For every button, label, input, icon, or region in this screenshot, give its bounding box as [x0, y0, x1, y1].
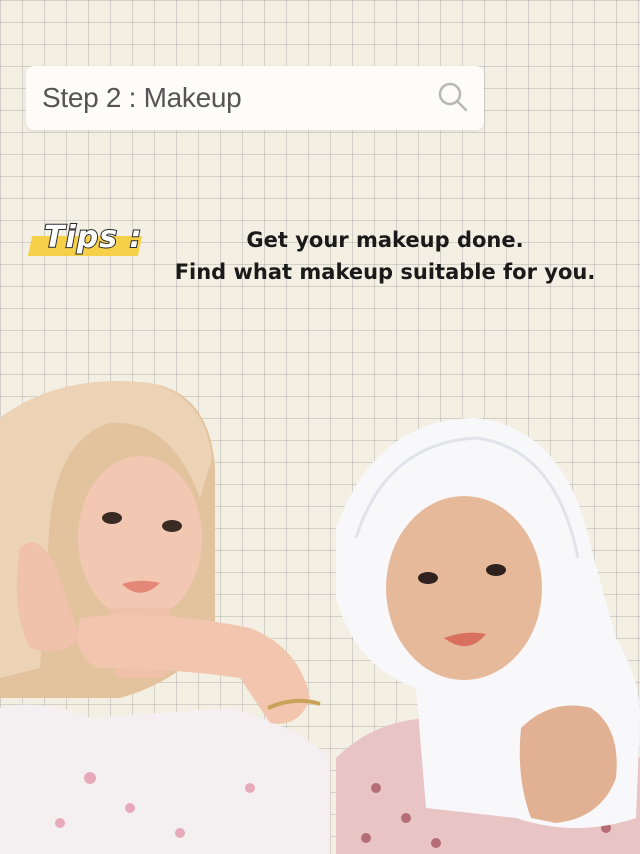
photo-beige-hijab	[0, 381, 330, 854]
search-bar[interactable]: Step 2 : Makeup	[26, 66, 484, 130]
tips-text: Get your makeup done. Find what makeup s…	[150, 224, 620, 288]
tips-label: Tips :	[43, 219, 143, 256]
photo-white-hijab	[336, 418, 640, 854]
tips-badge: Tips :	[27, 219, 156, 262]
tips-line-1: Get your makeup done.	[246, 228, 524, 252]
tips-line-2: Find what makeup suitable for you.	[174, 260, 596, 284]
search-icon[interactable]	[436, 80, 470, 114]
search-query: Step 2 : Makeup	[42, 82, 242, 113]
